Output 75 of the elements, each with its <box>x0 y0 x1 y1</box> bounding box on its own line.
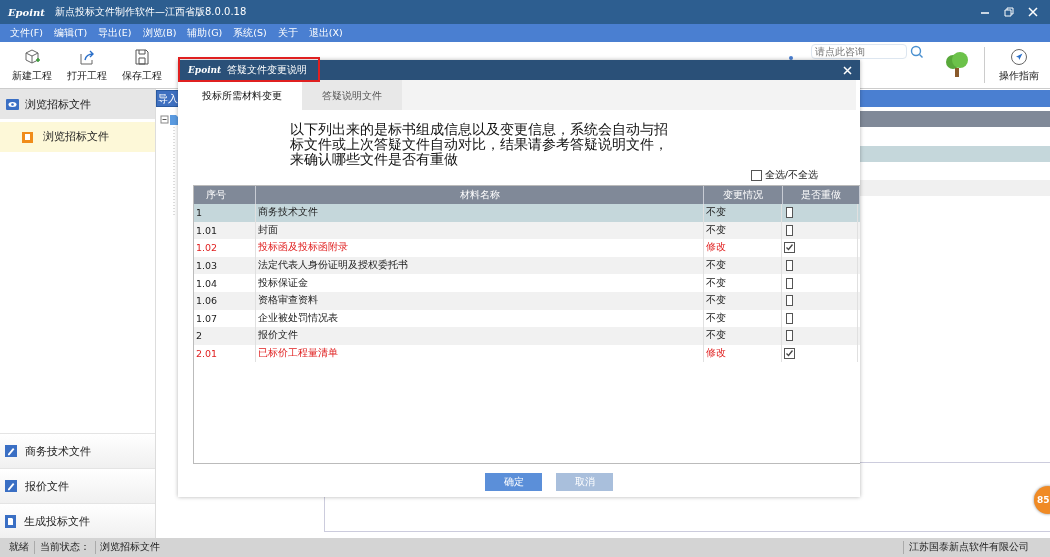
redo-checkbox[interactable] <box>786 330 793 342</box>
redo-checkbox[interactable] <box>786 295 793 307</box>
sidebar-header[interactable]: 浏览招标文件 <box>0 89 155 119</box>
sidebar-section[interactable]: 商务技术文件 <box>0 433 155 468</box>
table-row[interactable]: 1 商务技术文件 不变 <box>194 204 860 222</box>
table-cell: 修改 <box>704 239 782 257</box>
menu-item[interactable]: 导出(E) <box>94 26 136 40</box>
company-name: 江苏国泰新点软件有限公司 <box>903 541 1034 554</box>
table-cell: 1.06 <box>194 291 256 310</box>
table-row[interactable]: 1.04 投标保证金 不变 <box>194 274 860 292</box>
cube-icon <box>22 47 41 66</box>
redo-checkbox[interactable] <box>786 260 793 272</box>
table-cell: 1.02 <box>194 239 256 257</box>
table-cell: 不变 <box>704 274 782 292</box>
redo-checkbox[interactable] <box>786 207 793 219</box>
sidebar-item[interactable]: 浏览招标文件 <box>0 122 155 152</box>
status-text: 就绪 <box>4 541 35 554</box>
toolbar-button[interactable]: 打开工程 <box>59 45 114 85</box>
redo-checkbox[interactable] <box>784 348 795 360</box>
toolbar-button[interactable]: 新建工程 <box>4 45 59 85</box>
menu-item[interactable]: 编辑(T) <box>49 26 92 40</box>
table-cell: 不变 <box>704 291 782 310</box>
navigation-icon <box>1009 47 1028 66</box>
redo-checkbox[interactable] <box>786 224 793 236</box>
close-icon[interactable] <box>1028 7 1038 17</box>
table-cell: 不变 <box>704 204 782 222</box>
table-row[interactable]: 2 报价文件 不变 <box>194 327 860 345</box>
dialog-tab[interactable]: 答疑说明文件 <box>302 80 402 110</box>
menu-item[interactable]: 系统(S) <box>229 26 271 40</box>
table-cell: 资格审查资料 <box>256 291 704 310</box>
dialog-tab[interactable]: 投标所需材料变更 <box>182 80 302 110</box>
app-logo: Epoint <box>188 65 222 75</box>
eye-icon <box>6 98 19 110</box>
close-icon[interactable] <box>843 65 852 75</box>
guide-button[interactable]: 操作指南 <box>991 45 1046 85</box>
table-cell: 1 <box>194 204 256 222</box>
table-cell: 投标保证金 <box>256 274 704 292</box>
menu-item[interactable]: 退出(X) <box>304 26 347 40</box>
menu-item[interactable]: 浏览(B) <box>138 26 181 40</box>
menu-item[interactable]: 辅助(G) <box>183 26 227 40</box>
dialog-title: 答疑文件变更说明 <box>227 63 308 77</box>
status-label: 当前状态： <box>35 541 96 554</box>
table-cell: 2.01 <box>194 344 256 363</box>
table-row[interactable]: 1.02 投标函及投标函附录 修改 <box>194 239 860 257</box>
document-icon <box>5 514 16 528</box>
redo-checkbox[interactable] <box>784 242 795 254</box>
table-cell: 1.04 <box>194 274 256 292</box>
import-tab[interactable]: 导入 <box>156 90 180 107</box>
description-text: 以下列出来的是标书组成信息以及变更信息，系统会自动与招标文件或上次答疑文件自动对比，结果请参考答疑说明文件，来确认哪些文件是否有重做 <box>290 122 669 167</box>
pencil-icon <box>5 480 17 492</box>
save-icon <box>132 47 151 66</box>
table-cell: 不变 <box>704 327 782 345</box>
sidebar-section[interactable]: 生成投标文件 <box>0 503 155 538</box>
search-icon <box>910 44 924 59</box>
menu-item[interactable]: 文件(F) <box>6 26 47 40</box>
restore-icon[interactable] <box>1004 7 1014 17</box>
toolbar-button[interactable]: 保存工程 <box>114 45 169 85</box>
search-field[interactable]: 请点此咨询 <box>811 44 907 59</box>
table-cell: 报价文件 <box>256 327 704 345</box>
table-cell: 已标价工程量清单 <box>256 344 704 363</box>
tree-icon[interactable] <box>944 51 970 79</box>
app-logo: Epoint <box>8 6 45 18</box>
select-all-checkbox[interactable]: 全选/不全选 <box>750 169 818 182</box>
document-icon <box>22 131 33 143</box>
redo-checkbox[interactable] <box>786 312 793 324</box>
menu-item[interactable]: 关于 <box>273 26 302 40</box>
window-title: 新点投标文件制作软件—江西省版8.0.0.18 <box>55 5 248 19</box>
sidebar-section[interactable]: 报价文件 <box>0 468 155 503</box>
table-cell: 修改 <box>704 344 782 363</box>
pencil-icon <box>5 445 17 457</box>
table-cell: 商务技术文件 <box>256 204 704 222</box>
table-cell: 2 <box>194 327 256 345</box>
table-cell: 投标函及投标函附录 <box>256 239 704 257</box>
redo-checkbox[interactable] <box>786 277 793 289</box>
status-value: 浏览招标文件 <box>99 541 160 554</box>
